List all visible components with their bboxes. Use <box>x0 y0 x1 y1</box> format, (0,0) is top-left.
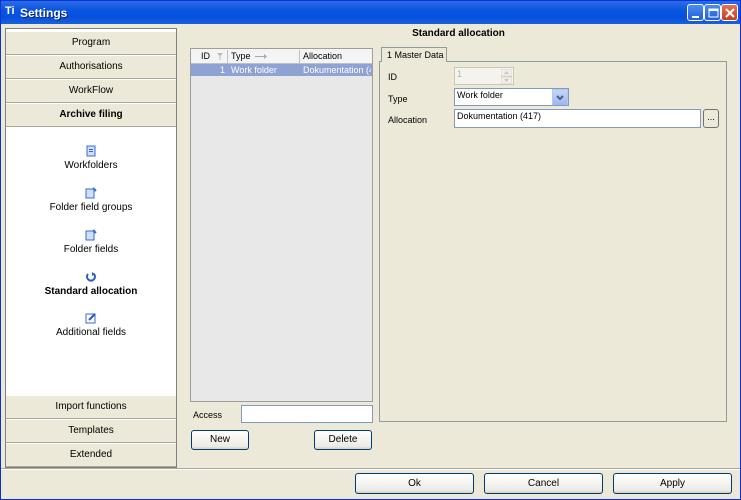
type-dropdown[interactable]: Work folder <box>454 88 569 106</box>
cancel-button[interactable]: Cancel <box>484 473 603 494</box>
window-title: Settings <box>20 6 68 20</box>
cell-id: 1 <box>219 65 225 75</box>
page-title: Standard allocation <box>412 28 505 39</box>
nav-folder-field-groups-label: Folder field groups <box>49 202 133 213</box>
browse-button[interactable]: ... <box>703 109 719 128</box>
cell-allocation: Dokumentation (41 <box>303 65 371 75</box>
dropdown-button[interactable] <box>552 89 568 105</box>
allocation-label: Allocation <box>388 115 428 125</box>
cell-type: Work folder <box>231 65 277 75</box>
type-label: Type <box>388 94 408 104</box>
access-input[interactable] <box>241 405 373 423</box>
nav-folder-fields[interactable]: Folder fields <box>6 229 176 255</box>
settings-window: Ti Settings Program Authorisations WorkF… <box>0 0 741 500</box>
maximize-button[interactable] <box>704 4 721 21</box>
column-separator <box>299 50 300 63</box>
column-header-id[interactable]: ID <box>201 51 210 61</box>
access-label: Access <box>193 410 223 420</box>
nav-folder-fields-label: Folder fields <box>63 244 119 255</box>
chevron-down-icon <box>556 95 564 101</box>
nav-templates[interactable]: Templates <box>6 419 176 443</box>
nav-workfolders[interactable]: Workfolders <box>6 145 176 171</box>
nav-archive-filing[interactable]: Archive filing <box>6 103 176 127</box>
folder-field-groups-icon <box>85 187 97 199</box>
additional-fields-icon <box>85 313 96 324</box>
app-icon: Ti <box>5 5 15 17</box>
nav-workfolders-label: Workfolders <box>64 160 118 171</box>
id-label: ID <box>388 72 397 82</box>
sort-indicator-icon <box>255 54 267 59</box>
column-header-allocation[interactable]: Allocation <box>303 51 342 61</box>
id-value: 1 <box>457 69 463 79</box>
nav-standard-allocation[interactable]: Standard allocation <box>6 271 176 297</box>
column-separator <box>227 50 228 63</box>
nav-program[interactable]: Program <box>6 31 176 55</box>
nav-authorisations[interactable]: Authorisations <box>6 55 176 79</box>
type-value: Work folder <box>457 90 503 100</box>
maximize-icon <box>708 8 719 18</box>
nav-import-functions[interactable]: Import functions <box>6 395 176 419</box>
nav-extended[interactable]: Extended <box>6 443 176 467</box>
title-bar[interactable]: Ti Settings <box>1 1 740 24</box>
delete-button[interactable]: Delete <box>314 430 372 450</box>
apply-button[interactable]: Apply <box>613 473 732 494</box>
nav-workflow[interactable]: WorkFlow <box>6 79 176 103</box>
filter-icon[interactable] <box>217 53 223 60</box>
grid-header: ID Type Allocation <box>191 49 372 64</box>
footer-divider-highlight <box>1 469 740 470</box>
ok-button[interactable]: Ok <box>355 473 474 494</box>
nav-additional-fields-label: Additional fields <box>55 327 127 338</box>
column-header-type[interactable]: Type <box>231 51 251 61</box>
allocation-grid[interactable]: ID Type Allocation 1 Work folder Dokumen… <box>190 48 373 402</box>
nav-additional-fields[interactable]: Additional fields <box>6 312 176 338</box>
nav-standard-allocation-label: Standard allocation <box>44 286 138 297</box>
workfolders-icon <box>86 145 96 157</box>
close-icon <box>725 8 735 18</box>
allocation-field[interactable]: Dokumentation (417) <box>454 109 701 128</box>
minimize-icon <box>692 16 699 18</box>
close-button[interactable] <box>721 4 738 21</box>
new-button[interactable]: New <box>191 430 249 450</box>
id-field[interactable]: 1 <box>454 67 514 85</box>
table-row[interactable]: 1 Work folder Dokumentation (41 <box>191 64 372 76</box>
nav-folder-field-groups[interactable]: Folder field groups <box>6 187 176 213</box>
tab-master-data[interactable]: 1 Master Data <box>381 47 447 62</box>
folder-fields-icon <box>85 229 97 241</box>
minimize-button[interactable] <box>687 4 704 21</box>
spinner-icon[interactable] <box>501 69 512 84</box>
navigation-panel: Program Authorisations WorkFlow Archive … <box>5 28 177 468</box>
standard-allocation-icon <box>86 272 96 282</box>
